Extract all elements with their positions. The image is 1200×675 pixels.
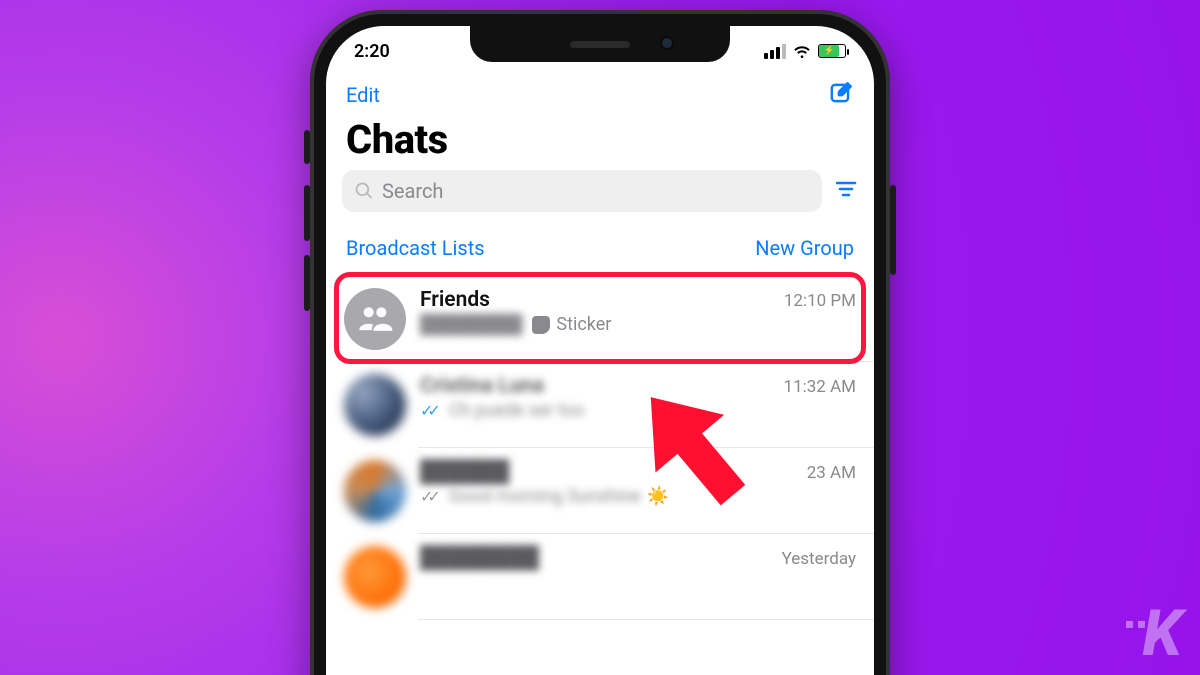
phone-screen: 2:20 ⚡ Edit [326,26,874,675]
speaker [570,41,630,48]
page-title: Chats [346,116,448,163]
group-avatar-icon [344,288,406,350]
power-button [890,185,896,275]
sticker-icon [532,316,550,334]
avatar [344,374,406,436]
mute-switch [304,130,310,164]
chat-time: 12:10 PM [776,291,856,311]
chat-list: Friends 12:10 PM ████████: Sticker Crist… [326,276,874,620]
filter-icon[interactable] [834,177,858,205]
chat-preview: ✓✓ Ch puede ser too [420,400,856,421]
delivered-receipt-icon: ✓✓ [420,487,435,506]
phone-frame: 2:20 ⚡ Edit [310,10,890,675]
battery-charging-icon: ⚡ [818,44,846,58]
notch [470,26,730,62]
chat-time: Yesterday [774,549,856,569]
blurred-preview: Ch puede ser too [449,400,584,421]
chat-name-blurred: ████████ [420,546,539,570]
chat-row-friends[interactable]: Friends 12:10 PM ████████: Sticker [326,276,874,362]
chat-preview: ████████: Sticker [420,314,856,335]
volume-down-button [304,255,310,311]
chat-time: 11:32 AM [776,377,856,397]
blurred-sender: ████████: [420,314,526,335]
avatar [344,460,406,522]
chat-time: 23 AM [799,463,856,483]
compose-icon[interactable] [828,80,854,110]
chat-name: Friends [420,288,490,312]
search-placeholder: Search [382,179,443,203]
sun-emoji: ☀️ [647,486,669,507]
chat-name-blurred: Cristina Luna [420,374,544,398]
wifi-icon [792,41,812,61]
preview-suffix: Sticker [556,314,611,335]
cellular-signal-icon [764,44,786,59]
status-time: 2:20 [354,41,390,62]
new-group-link[interactable]: New Group [755,236,854,260]
volume-up-button [304,185,310,241]
avatar [344,546,406,608]
chat-row[interactable]: ████████ Yesterday [326,534,874,620]
chat-name-blurred: ██████ [420,460,509,484]
front-camera [660,36,674,50]
blurred-preview: Good morning Sunshine [449,486,641,507]
edit-button[interactable]: Edit [346,83,380,107]
read-receipt-icon: ✓✓ [420,401,435,420]
search-icon [354,181,374,201]
chat-preview: ✓✓ Good morning Sunshine ☀️ [420,486,856,507]
broadcast-lists-link[interactable]: Broadcast Lists [346,236,485,260]
chat-row[interactable]: Cristina Luna 11:32 AM ✓✓ Ch puede ser t… [326,362,874,448]
chat-row[interactable]: ██████ 23 AM ✓✓ Good morning Sunshine ☀️ [326,448,874,534]
search-input[interactable]: Search [342,170,822,212]
watermark-logo: ▪▪K [1125,596,1180,671]
